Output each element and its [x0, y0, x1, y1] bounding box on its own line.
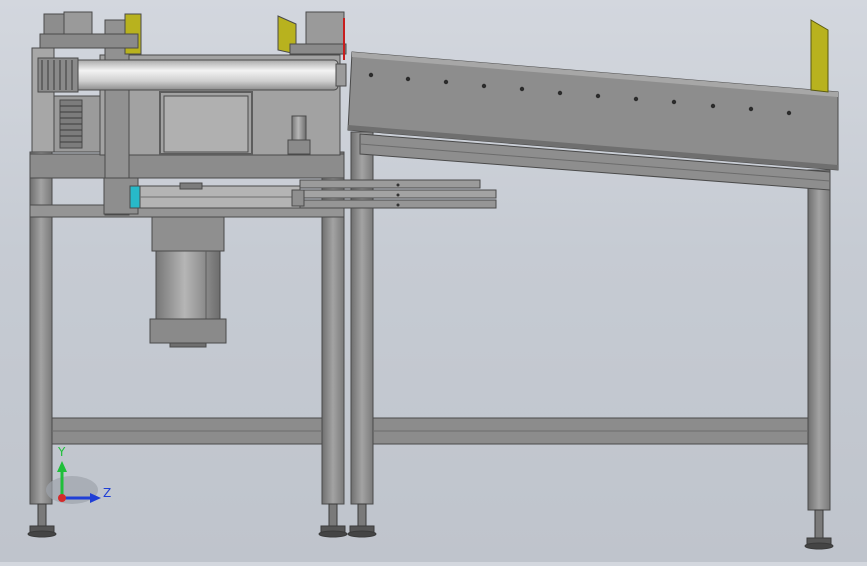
triad-z-label: Z: [103, 486, 111, 500]
foot-2: [318, 503, 348, 538]
main-roller: [73, 59, 339, 91]
machine-drawing: Y Z: [27, 11, 839, 550]
cad-viewport[interactable]: Y Z: [0, 0, 867, 562]
foot-4: [804, 509, 834, 550]
top-crossbeam: [29, 153, 345, 179]
right-post-rear: [807, 169, 831, 511]
right-guide-plate: [810, 19, 829, 93]
foot-1: [27, 503, 57, 538]
hanging-cylinder: [149, 216, 227, 348]
leveling-feet: [27, 503, 834, 550]
triad-y-label: Y: [57, 445, 66, 459]
slide-rails: [299, 179, 497, 209]
foot-3: [347, 503, 377, 538]
right-frame: [350, 131, 831, 511]
coordinate-triad: Y Z: [46, 445, 111, 504]
